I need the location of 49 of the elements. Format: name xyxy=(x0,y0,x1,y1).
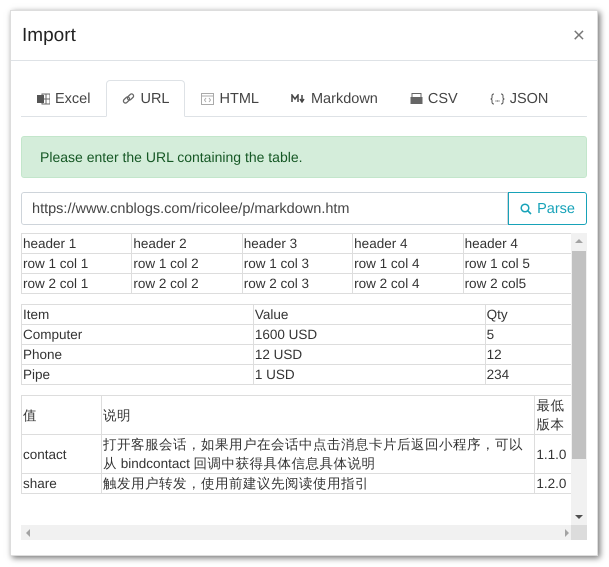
close-button[interactable]: × xyxy=(570,24,587,48)
spreadsheet-icon xyxy=(37,92,50,104)
code-window-icon xyxy=(201,92,214,104)
table-cell: header 4 xyxy=(352,234,464,254)
table-cell: Phone xyxy=(22,344,254,364)
table-cell: 1600 USD xyxy=(253,324,486,344)
table-cell: row 2 col 3 xyxy=(242,274,353,294)
tab[interactable]: URL xyxy=(106,80,186,117)
table-cell: header 3 xyxy=(242,234,353,254)
table-cell: 12 USD xyxy=(253,344,486,364)
tab[interactable]: Markdown xyxy=(274,80,394,117)
braces-icon xyxy=(490,92,505,104)
table-cell: contact xyxy=(22,434,102,474)
table-cell: row 1 col 1 xyxy=(22,254,132,274)
info-alert: Please enter the URL containing the table. xyxy=(21,136,587,178)
table-cell: row 2 col 2 xyxy=(132,274,242,294)
table-cell: 值 xyxy=(22,396,102,434)
tab[interactable]: Excel xyxy=(21,80,106,117)
table-cell: row 1 col 2 xyxy=(132,254,242,274)
table-cell: Value xyxy=(253,304,486,324)
table-cell: 打开客服会话，如果用户在会话中点击消息卡片后返回小程序，可以从 bindcontact 回调中获得具体信息具体说明 xyxy=(102,434,535,474)
scroll-down-icon[interactable] xyxy=(575,515,583,519)
table-cell: row 1 col 4 xyxy=(352,254,464,274)
table-cell: 说明 xyxy=(102,396,535,434)
tab[interactable]: CSV xyxy=(394,80,474,117)
table-cell: 1 USD xyxy=(253,364,486,384)
vertical-scrollbar[interactable] xyxy=(571,233,587,525)
table-cell: share xyxy=(22,474,102,494)
table-cell: header 2 xyxy=(132,234,242,254)
markdown-icon xyxy=(290,94,306,103)
file-icon xyxy=(410,92,423,104)
table-cell: row 2 col 4 xyxy=(352,274,464,294)
link-icon xyxy=(122,92,136,105)
table-cell: Pipe xyxy=(22,364,254,384)
tab[interactable]: HTML xyxy=(185,80,275,117)
url-field[interactable]: https://www.cnblogs.com/ricolee/p/markdown.htm xyxy=(21,192,508,225)
table-cell: header 1 xyxy=(22,234,132,254)
horizontal-scrollbar[interactable] xyxy=(21,525,574,540)
tab[interactable]: JSON xyxy=(474,80,564,117)
table-cell: row 2 col 1 xyxy=(22,274,132,294)
table-cell: Item xyxy=(22,304,254,324)
scroll-left-icon[interactable] xyxy=(26,529,30,537)
scrollbar-corner xyxy=(571,525,587,540)
table-cell: Computer xyxy=(22,324,254,344)
dialog-title: Import xyxy=(22,24,76,46)
search-icon xyxy=(520,202,532,214)
table-cell: row 1 col 3 xyxy=(242,254,353,274)
scroll-up-icon[interactable] xyxy=(575,239,583,243)
table-cell: 触发用户转发，使用前建议先阅读使用指引 xyxy=(102,474,535,494)
